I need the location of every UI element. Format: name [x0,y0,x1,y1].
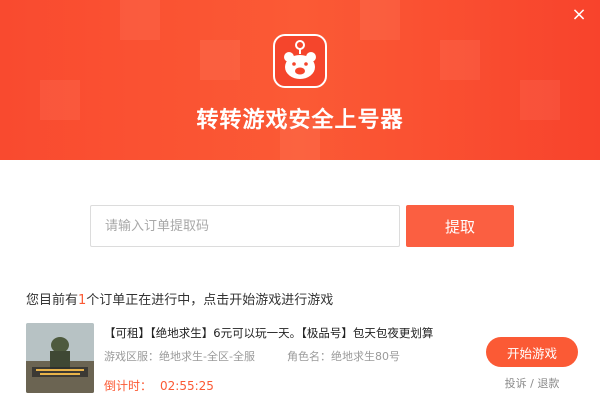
pubg-game-cover [26,323,94,393]
header-banner: × 转转游戏安全上号器 [0,0,600,160]
refund-link[interactable]: 退款 [537,377,559,390]
role-name-value: 绝地求生80号 [331,350,400,363]
header-pattern-tile [200,40,240,80]
role-name-label: 角色名： [287,350,331,363]
complain-link[interactable]: 投诉 [505,377,527,390]
header-pattern-tile [360,0,400,40]
countdown-label: 倒计时： [104,379,153,393]
close-button[interactable]: × [570,6,588,24]
close-icon: × [571,4,587,25]
app-title: 转转游戏安全上号器 [196,108,404,133]
status-suffix: 个订单正在进行中，点击开始游戏进行游戏 [86,293,334,308]
countdown: 倒计时： 02:55:25 [104,377,214,394]
start-game-button[interactable]: 开始游戏 [486,337,578,367]
app-logo [273,34,327,88]
header-pattern-tile [120,0,160,40]
countdown-time: 02:55:25 [160,379,214,393]
order-status-text: 您目前有1个订单正在进行中，点击开始游戏进行游戏 [26,289,333,308]
status-prefix: 您目前有 [26,293,79,308]
bear-logo-icon [284,40,316,79]
fetch-button[interactable]: 提取 [406,205,514,247]
header-pattern-tile [440,40,480,80]
game-area-label: 游戏区服： [104,350,159,363]
game-area-value: 绝地求生-全区-全服 [159,350,255,363]
order-actions: 投诉 / 退款 [486,375,578,391]
role-name: 角色名：绝地求生80号 [287,348,400,364]
link-separator: / [526,377,538,390]
game-thumbnail [26,323,94,393]
game-area: 游戏区服：绝地求生-全区-全服 [104,348,255,364]
order-title: 【可租】【绝地求生】6元可以玩一天。【极品号】包天包夜更划算 [104,326,434,340]
order-code-input[interactable] [90,205,400,247]
